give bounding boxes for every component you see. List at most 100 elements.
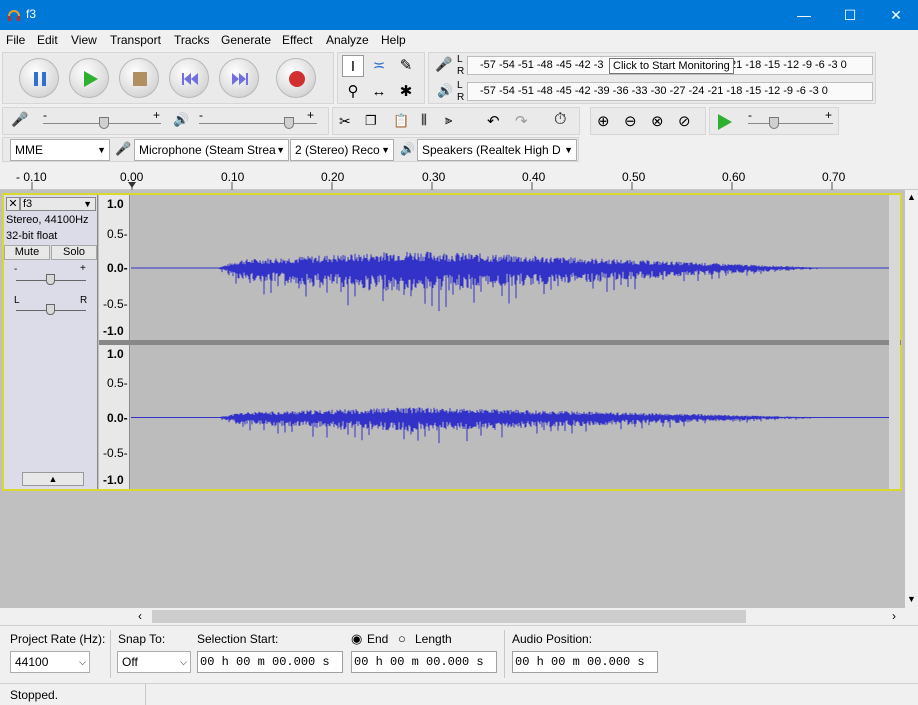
playback-volume-slider[interactable] (199, 123, 317, 124)
selection-start-time[interactable]: 00 h 00 m 00.000 s (197, 651, 343, 673)
playback-volume-thumb[interactable] (284, 117, 294, 129)
play-meter-speaker-icon[interactable]: 🔊 (437, 83, 453, 99)
audio-host-select[interactable]: MME ▼ (10, 139, 110, 161)
menu-generate[interactable]: Generate (221, 33, 271, 47)
gain-slider-thumb[interactable] (46, 274, 55, 285)
rec-vol-max: + (153, 108, 161, 122)
end-radio[interactable]: ◉ (351, 631, 362, 647)
pan-slider-thumb[interactable] (46, 304, 55, 315)
redo-icon[interactable]: ↷ (515, 112, 528, 130)
scroll-down-icon[interactable]: ▼ (907, 594, 916, 604)
close-button[interactable]: ✕ (873, 0, 918, 30)
record-meter-mic-icon[interactable]: 🎤 (435, 56, 452, 73)
waveform-channel-left[interactable] (131, 195, 889, 340)
length-radio[interactable]: ○ (398, 631, 406, 646)
horizontal-scroll-thumb[interactable] (152, 610, 746, 623)
multi-tool[interactable]: ✱ (395, 81, 417, 103)
play-meter-L: L (457, 80, 463, 91)
project-rate-label: Project Rate (Hz): (10, 632, 106, 646)
stop-button[interactable] (119, 58, 159, 98)
copy-icon[interactable]: ❐ (365, 113, 377, 129)
collapse-track-button[interactable]: ▲ (22, 472, 84, 486)
play-button[interactable] (69, 58, 109, 98)
solo-label: Solo (62, 246, 86, 258)
recording-device-icon: 🎤 (115, 141, 132, 156)
zoom-tool[interactable]: ⚲ (342, 81, 364, 103)
fit-selection-icon[interactable]: ⊗ (651, 112, 664, 130)
minimize-button[interactable]: — (781, 0, 827, 30)
timeline-ruler[interactable]: - 0.10 0.00 0.10 0.20 0.30 0.40 0.50 0.6… (0, 166, 918, 190)
waveform-channel-right[interactable] (131, 345, 889, 489)
menu-transport[interactable]: Transport (110, 33, 161, 47)
ruler-ticks (31, 182, 833, 190)
monitoring-tooltip: Click to Start Monitoring (609, 58, 734, 74)
skip-to-end-button[interactable] (219, 58, 259, 98)
scroll-right-icon[interactable]: › (892, 609, 896, 623)
time-shift-tool[interactable]: ↔ (368, 81, 390, 103)
chevron-down-icon: ▼ (97, 145, 106, 155)
playback-speed-thumb[interactable] (769, 117, 779, 129)
playback-speed-slider[interactable] (748, 123, 833, 124)
recording-channels-value: 2 (Stereo) Reco (295, 143, 380, 157)
solo-button[interactable]: Solo (51, 245, 97, 260)
menu-help[interactable]: Help (381, 33, 406, 47)
pause-button[interactable] (19, 58, 59, 98)
menu-analyze[interactable]: Analyze (326, 33, 369, 47)
length-label: Length (415, 632, 452, 646)
menu-effect[interactable]: Effect (282, 33, 312, 47)
track-control-panel: ✕ f3 ▼ Stereo, 44100Hz 32-bit float Mute… (4, 195, 98, 489)
play-at-speed-toolbar: - + (709, 107, 839, 135)
sync-lock-icon[interactable]: ⏱ (554, 111, 566, 129)
recording-channels-select[interactable]: 2 (Stereo) Reco ▼ (290, 139, 394, 161)
envelope-tool[interactable]: ≍ (368, 55, 390, 77)
fit-project-icon[interactable]: ⊘ (678, 112, 691, 130)
record-button[interactable] (276, 58, 316, 98)
rec-meter-R: R (457, 66, 465, 77)
mute-button[interactable]: Mute (4, 245, 50, 260)
recording-volume-thumb[interactable] (99, 117, 109, 129)
selection-toolbar: Project Rate (Hz): 44100 ⌵ Snap To: Off ⌵ … (0, 625, 918, 681)
playback-meter[interactable]: -57 -54 -51 -48 -45 -42 -39 -36 -33 -30 … (467, 82, 873, 101)
horizontal-scrollbar[interactable]: ‹ › (132, 608, 905, 625)
menu-tracks[interactable]: Tracks (174, 33, 210, 47)
zoom-in-icon[interactable]: ⊕ (597, 112, 610, 130)
menu-file[interactable]: File (6, 33, 25, 47)
scroll-left-icon[interactable]: ‹ (138, 609, 142, 623)
multi-tool-icon: ✱ (399, 83, 413, 100)
window-title: f3 (26, 7, 37, 21)
snap-to-select[interactable]: Off ⌵ (117, 651, 191, 673)
vertical-ruler-right[interactable]: 1.0 0.5- 0.0- -0.5- -1.0 (99, 345, 130, 489)
zoom-out-icon[interactable]: ⊖ (624, 112, 637, 130)
chevron-down-icon: ⌵ (180, 657, 187, 667)
paste-icon[interactable]: 📋 (393, 113, 409, 129)
selection-tool[interactable]: I (342, 55, 364, 77)
menu-view[interactable]: View (71, 33, 97, 47)
trim-icon[interactable]: ⫼ (421, 112, 427, 128)
scroll-up-icon[interactable]: ▲ (907, 192, 916, 202)
menu-edit[interactable]: Edit (37, 33, 58, 47)
track-menu-chevron-icon: ▼ (83, 199, 92, 209)
track-menu-button[interactable]: f3 ▼ (20, 197, 96, 211)
play-at-speed-icon[interactable] (716, 113, 734, 131)
project-rate-select[interactable]: 44100 ⌵ (10, 651, 90, 673)
recording-device-select[interactable]: Microphone (Steam Strea ▼ (134, 139, 289, 161)
axis-label: -0.5- (103, 297, 128, 311)
draw-tool[interactable]: ✎ (395, 55, 417, 77)
status-bar: Stopped. (0, 683, 918, 705)
selection-end-time[interactable]: 00 h 00 m 00.000 s (351, 651, 497, 673)
close-track-icon[interactable]: ✕ (6, 197, 20, 211)
vertical-ruler-left[interactable]: 1.0 0.5- 0.0- -0.5- -1.0 (99, 195, 130, 340)
playback-device-select[interactable]: Speakers (Realtek High D ▼ (417, 139, 577, 161)
cut-icon[interactable]: ✂ (339, 113, 351, 130)
pan-left-label: L (14, 295, 20, 306)
axis-label: -1.0 (103, 324, 124, 338)
maximize-button[interactable]: ☐ (827, 0, 873, 30)
speed-min: - (748, 108, 752, 122)
silence-icon[interactable]: ⫸ (445, 112, 452, 128)
rec-vol-min: - (43, 108, 47, 122)
vertical-scrollbar[interactable]: ▲ ▼ (905, 190, 918, 608)
axis-label: 1.0 (107, 197, 124, 211)
audio-position-time[interactable]: 00 h 00 m 00.000 s (512, 651, 658, 673)
skip-to-start-button[interactable] (169, 58, 209, 98)
undo-icon[interactable]: ↶ (487, 112, 500, 130)
